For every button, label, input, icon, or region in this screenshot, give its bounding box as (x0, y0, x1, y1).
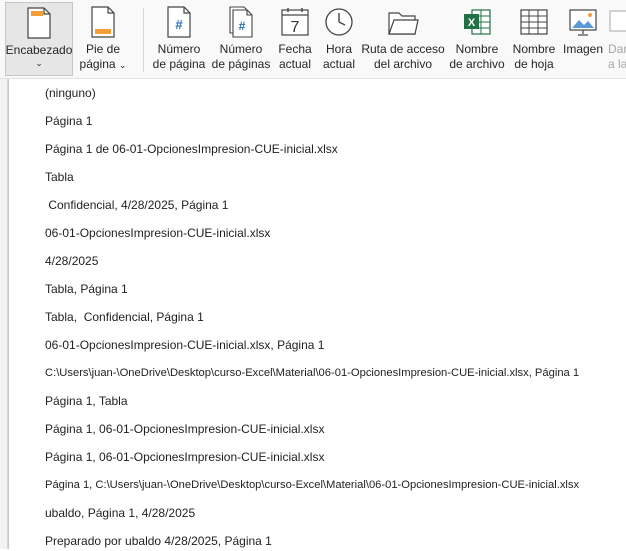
footer-button-label-1: Pie de (85, 42, 121, 56)
menu-item[interactable]: Página 1, Tabla (45, 391, 128, 411)
header-page-icon (22, 7, 56, 39)
menu-item[interactable]: Página 1 (45, 111, 92, 131)
sheet-name-label-1: Nombre (512, 42, 556, 56)
menu-item[interactable]: Página 1, 06-01-OpcionesImpresion-CUE-in… (45, 419, 324, 439)
current-time-label-2: actual (322, 57, 356, 71)
menu-item[interactable]: Página 1, 06-01-OpcionesImpresion-CUE-in… (45, 447, 324, 467)
file-name-label-2: de archivo (449, 57, 505, 71)
picture-button[interactable]: Imagen (562, 2, 604, 76)
page-number-button[interactable]: # Número de página (151, 2, 207, 76)
menu-item[interactable]: Tabla, Página 1 (45, 279, 128, 299)
header-dropdown-menu: (ninguno) Página 1 Página 1 de 06-01-Opc… (8, 79, 626, 549)
page-count-label-1: Número (219, 42, 263, 56)
menu-item[interactable]: ubaldo, Página 1, 4/28/2025 (45, 503, 195, 523)
format-picture-button[interactable]: Dar a la (608, 2, 626, 76)
menu-item[interactable]: Preparado por ubaldo 4/28/2025, Página 1 (45, 531, 272, 551)
file-path-label-2: del archivo (373, 57, 433, 71)
format-picture-label-1: Dar (608, 42, 626, 56)
calendar-icon: 7 (278, 6, 312, 38)
menu-item[interactable]: C:\Users\juan-\OneDrive\Desktop\curso-Ex… (45, 363, 579, 383)
footer-button-label-2: página (79, 57, 116, 71)
excel-file-icon: X (460, 6, 494, 38)
menu-item[interactable]: 4/28/2025 (45, 251, 98, 271)
sheet-edge (0, 79, 8, 549)
excel-glyph: X (468, 17, 476, 29)
calendar-day: 7 (291, 19, 300, 36)
hash-glyph: # (239, 19, 246, 33)
page-number-icon: # (162, 6, 196, 38)
current-time-label-1: Hora (325, 42, 352, 56)
menu-item[interactable]: Página 1, C:\Users\juan-\OneDrive\Deskto… (45, 475, 579, 495)
file-path-button[interactable]: Ruta de acceso del archivo (361, 2, 445, 76)
menu-item[interactable]: Tabla, Confidencial, Página 1 (45, 307, 204, 327)
picture-label: Imagen (562, 42, 604, 56)
page-number-label-1: Número (157, 42, 201, 56)
format-image-icon (608, 6, 626, 38)
current-date-label-2: actual (278, 57, 312, 71)
footer-page-icon (86, 6, 120, 38)
menu-item[interactable]: Página 1 de 06-01-OpcionesImpresion-CUE-… (45, 139, 338, 159)
header-button[interactable]: Encabezado ⌄ (5, 2, 73, 76)
menu-item[interactable]: (ninguno) (45, 83, 96, 103)
page-number-label-2: de página (152, 57, 206, 71)
chevron-down-icon: ⌄ (118, 60, 127, 70)
clock-icon (322, 6, 356, 38)
current-time-button[interactable]: Hora actual (320, 2, 358, 76)
file-name-button[interactable]: X Nombre de archivo (448, 2, 506, 76)
header-button-label: Encabezado (5, 43, 73, 57)
file-path-label-1: Ruta de acceso (361, 42, 445, 56)
page-count-label-2: de páginas (211, 57, 271, 71)
chevron-down-icon: ⌄ (35, 58, 43, 68)
current-date-button[interactable]: 7 Fecha actual (276, 2, 314, 76)
current-date-label-1: Fecha (278, 42, 312, 56)
menu-item[interactable]: Confidencial, 4/28/2025, Página 1 (45, 195, 228, 215)
page-count-button[interactable]: # Número de páginas (211, 2, 271, 76)
sheet-name-label-2: de hoja (514, 57, 554, 71)
footer-button[interactable]: Pie de página ⌄ (80, 2, 126, 76)
menu-item[interactable]: 06-01-OpcionesImpresion-CUE-inicial.xlsx (45, 223, 270, 243)
menu-item[interactable]: 06-01-OpcionesImpresion-CUE-inicial.xlsx… (45, 335, 324, 355)
footer-button-label-2-wrap: página ⌄ (80, 57, 127, 73)
menu-item[interactable]: Tabla (45, 167, 74, 187)
format-picture-label-2: a la (608, 57, 626, 71)
hash-glyph: # (175, 17, 183, 32)
sheet-name-button[interactable]: Nombre de hoja (510, 2, 558, 76)
folder-icon (386, 6, 420, 38)
sheet-grid-icon (517, 6, 551, 38)
image-icon (566, 6, 600, 38)
file-name-label-1: Nombre (455, 42, 499, 56)
ribbon: Encabezado ⌄ Pie de página ⌄ # Número de… (0, 0, 626, 79)
page-count-icon: # (224, 6, 258, 38)
ribbon-separator (143, 8, 144, 72)
